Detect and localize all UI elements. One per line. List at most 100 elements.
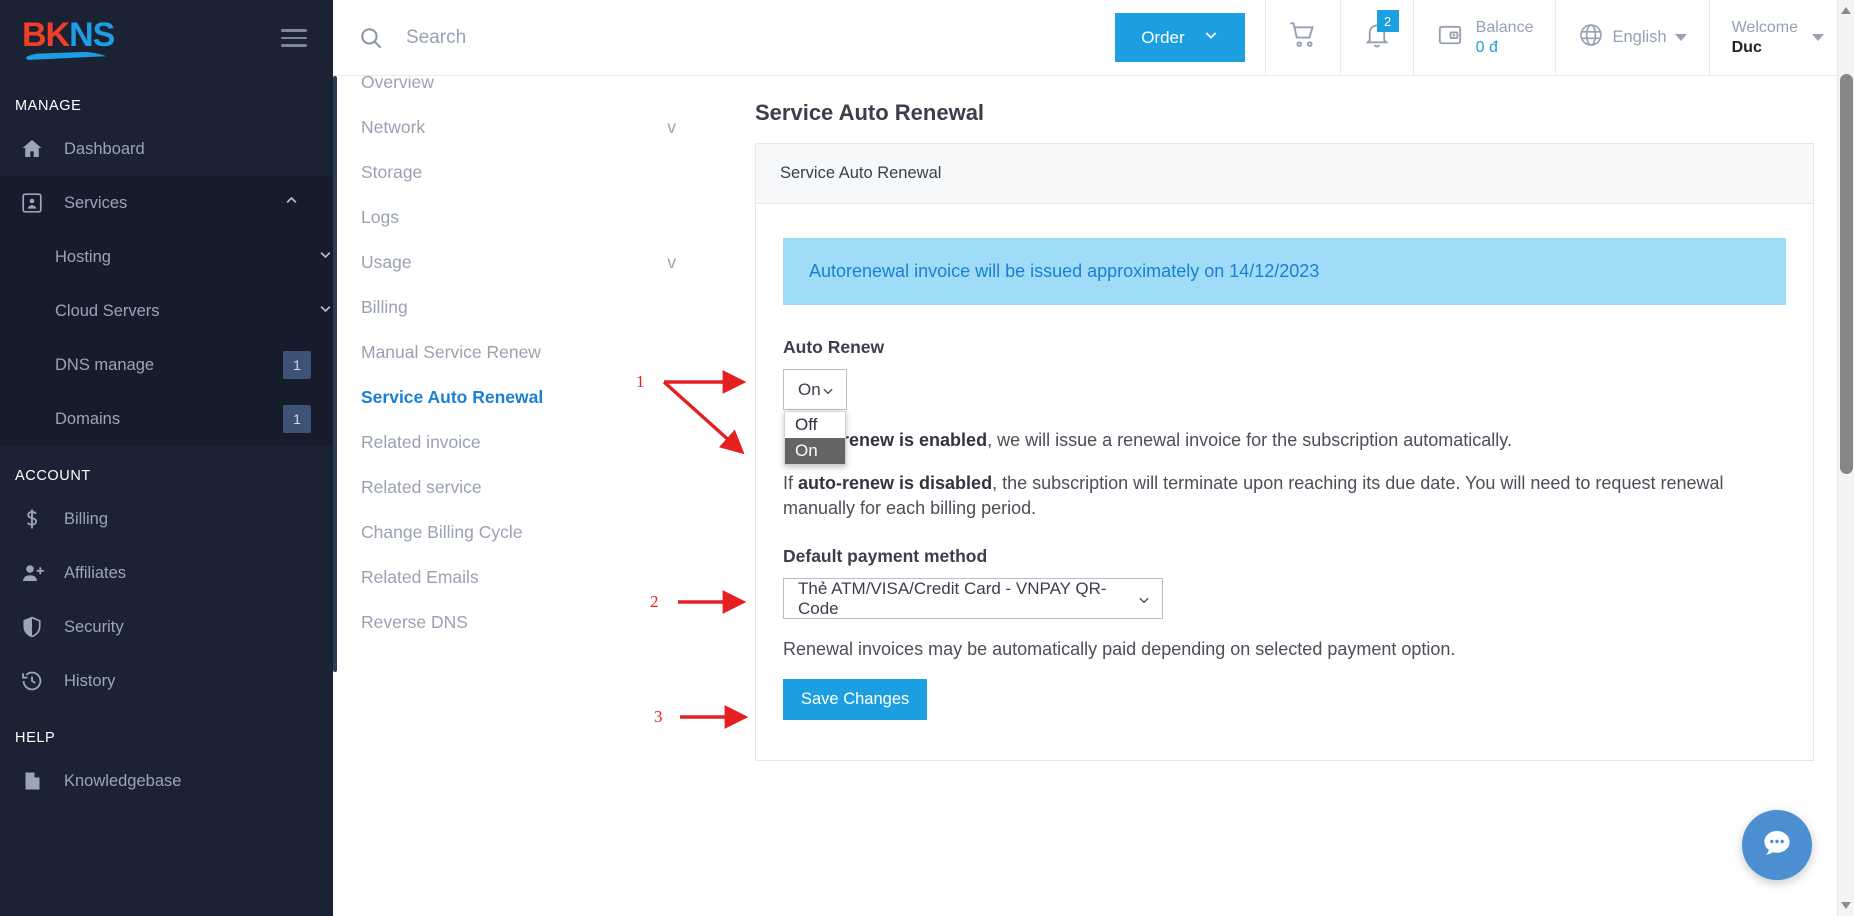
subnav-item-label: Related service: [361, 477, 482, 497]
auto-renew-enabled-description: If auto-renew is enabled, we will issue …: [783, 428, 1786, 453]
sidebar-item-label: Hosting: [55, 247, 111, 266]
sidebar-item-label: Domains: [55, 409, 121, 428]
subnav-item-label: Service Auto Renewal: [361, 387, 544, 407]
sidebar-item-knowledgebase[interactable]: Knowledgebase: [0, 754, 333, 808]
order-button[interactable]: Order: [1115, 13, 1245, 62]
notifications-button[interactable]: 2: [1339, 0, 1413, 75]
subnav-item-storage[interactable]: Storage: [333, 150, 722, 195]
id-card-icon: [20, 191, 64, 215]
chat-bubble-icon: [1757, 823, 1797, 868]
app-root: BKNS MANAGE Dashboard Services Hosting C…: [0, 0, 1854, 916]
auto-renew-selected-value: On: [798, 379, 821, 399]
sidebar-item-history[interactable]: History: [0, 654, 333, 708]
sidebar-item-domains[interactable]: Domains 1: [0, 392, 333, 446]
user-name: Duc: [1731, 38, 1762, 56]
balance-text: Balance 0 đ: [1476, 18, 1534, 58]
notification-badge: 2: [1376, 10, 1399, 32]
subnav-item-label: Change Billing Cycle: [361, 522, 523, 542]
sidebar-item-label: Knowledgebase: [64, 771, 182, 790]
search-input[interactable]: [406, 26, 926, 49]
cart-icon: [1288, 20, 1318, 55]
subnav-item-label: Related Emails: [361, 567, 479, 587]
bkns-logo[interactable]: BKNS: [22, 16, 115, 60]
welcome-text: Welcome Duc: [1732, 18, 1798, 58]
subnav-item-network[interactable]: Network v: [333, 105, 722, 150]
scroll-up-arrow-icon[interactable]: [1841, 7, 1851, 14]
chevron-down-icon: v: [667, 252, 676, 272]
balance-label: Balance: [1475, 18, 1534, 36]
subnav-item-label: Billing: [361, 297, 408, 317]
sidebar-item-billing[interactable]: Billing: [0, 492, 333, 546]
sidebar-item-security[interactable]: Security: [0, 600, 333, 654]
sidebar-item-affiliates[interactable]: Affiliates: [0, 546, 333, 600]
user-menu[interactable]: Welcome Duc: [1708, 0, 1854, 75]
subnav-item-label: Overview: [361, 76, 434, 92]
sidebar-section-manage: MANAGE: [15, 98, 82, 114]
subnav-item-label: Logs: [361, 207, 399, 227]
balance-button[interactable]: Balance 0 đ: [1412, 0, 1556, 75]
sidebar-item-cloud-servers[interactable]: Cloud Servers: [0, 284, 333, 338]
subnav-item-related-emails[interactable]: Related Emails: [333, 555, 722, 600]
cart-button[interactable]: [1264, 0, 1340, 75]
scroll-down-arrow-icon[interactable]: [1841, 902, 1851, 909]
order-button-wrap: Order: [1115, 0, 1264, 75]
autorenewal-info-alert: Autorenewal invoice will be issued appro…: [783, 238, 1786, 305]
card-body: Autorenewal invoice will be issued appro…: [756, 204, 1813, 760]
subnav-item-label: Reverse DNS: [361, 612, 468, 632]
wallet-icon: [1436, 22, 1464, 53]
payment-note: Renewal invoices may be automatically pa…: [783, 639, 1456, 660]
caret-down-icon: [1674, 34, 1687, 41]
para-rest: , we will issue a renewal invoice for th…: [987, 430, 1512, 450]
right-pane: Order 2: [333, 0, 1854, 916]
hamburger-menu-icon[interactable]: [281, 29, 307, 47]
sidebar-item-services[interactable]: Services: [0, 176, 333, 230]
language-selector[interactable]: English: [1555, 0, 1708, 75]
welcome-label: Welcome: [1731, 18, 1798, 36]
subnav-item-service-auto-renewal[interactable]: Service Auto Renewal: [333, 375, 722, 420]
para-bold: auto-renew is disabled: [798, 472, 993, 493]
subnav-item-related-service[interactable]: Related service: [333, 465, 722, 510]
balance-wrap: Balance 0 đ: [1436, 18, 1534, 58]
payment-method-select[interactable]: Thẻ ATM/VISA/Credit Card - VNPAY QR-Code: [783, 578, 1163, 620]
content-row: Overview Network v Storage Logs Usage v: [333, 76, 1854, 916]
save-changes-button[interactable]: Save Changes: [783, 679, 928, 721]
auto-renew-options-dropdown[interactable]: Off On: [784, 411, 846, 465]
sidebar-item-label: Billing: [64, 509, 109, 528]
subnav-item-usage[interactable]: Usage v: [333, 240, 722, 285]
subnav-item-overview[interactable]: Overview: [333, 76, 722, 105]
search-icon[interactable]: [358, 25, 384, 51]
subnav-item-logs[interactable]: Logs: [333, 195, 722, 240]
secondary-nav-scrollbar[interactable]: [333, 76, 337, 672]
sidebar-item-label: Affiliates: [64, 563, 127, 582]
subnav-item-billing[interactable]: Billing: [333, 285, 722, 330]
chevron-down-icon: [318, 301, 333, 321]
home-icon: [20, 137, 64, 161]
auto-renew-option-off[interactable]: Off: [785, 412, 845, 438]
page-scrollbar-thumb[interactable]: [1840, 74, 1853, 474]
auto-renew-label: Auto Renew: [783, 337, 885, 357]
welcome-wrap: Welcome Duc: [1732, 18, 1832, 58]
badge-count: 1: [283, 351, 311, 379]
payment-method-label: Default payment method: [783, 546, 988, 567]
chevron-down-icon: [318, 247, 333, 267]
chevron-down-icon: [1137, 592, 1151, 606]
subnav-item-related-invoice[interactable]: Related invoice: [333, 420, 722, 465]
sidebar-item-hosting[interactable]: Hosting: [0, 230, 333, 284]
subnav-item-reverse-dns[interactable]: Reverse DNS: [333, 600, 722, 645]
auto-renew-option-on[interactable]: On: [785, 438, 845, 464]
sidebar-item-label: Services: [64, 193, 128, 212]
annotation-number-3: 3: [654, 707, 663, 726]
sidebar-item-dns-manage[interactable]: DNS manage 1: [0, 338, 333, 392]
subnav-item-manual-service-renew[interactable]: Manual Service Renew: [333, 330, 722, 375]
page-scrollbar-track[interactable]: [1837, 0, 1854, 916]
language-label: English: [1612, 28, 1667, 46]
sidebar-item-dashboard[interactable]: Dashboard: [0, 122, 333, 176]
annotation-number-1: 1: [636, 372, 645, 391]
auto-renew-select[interactable]: On: [783, 369, 847, 410]
chat-widget-button[interactable]: [1742, 810, 1812, 880]
subnav-item-change-billing-cycle[interactable]: Change Billing Cycle: [333, 510, 722, 555]
top-header: Order 2: [333, 0, 1854, 76]
logo-text-bk: BK: [22, 16, 70, 54]
para-prefix: If: [783, 472, 799, 493]
shield-icon: [20, 615, 64, 639]
